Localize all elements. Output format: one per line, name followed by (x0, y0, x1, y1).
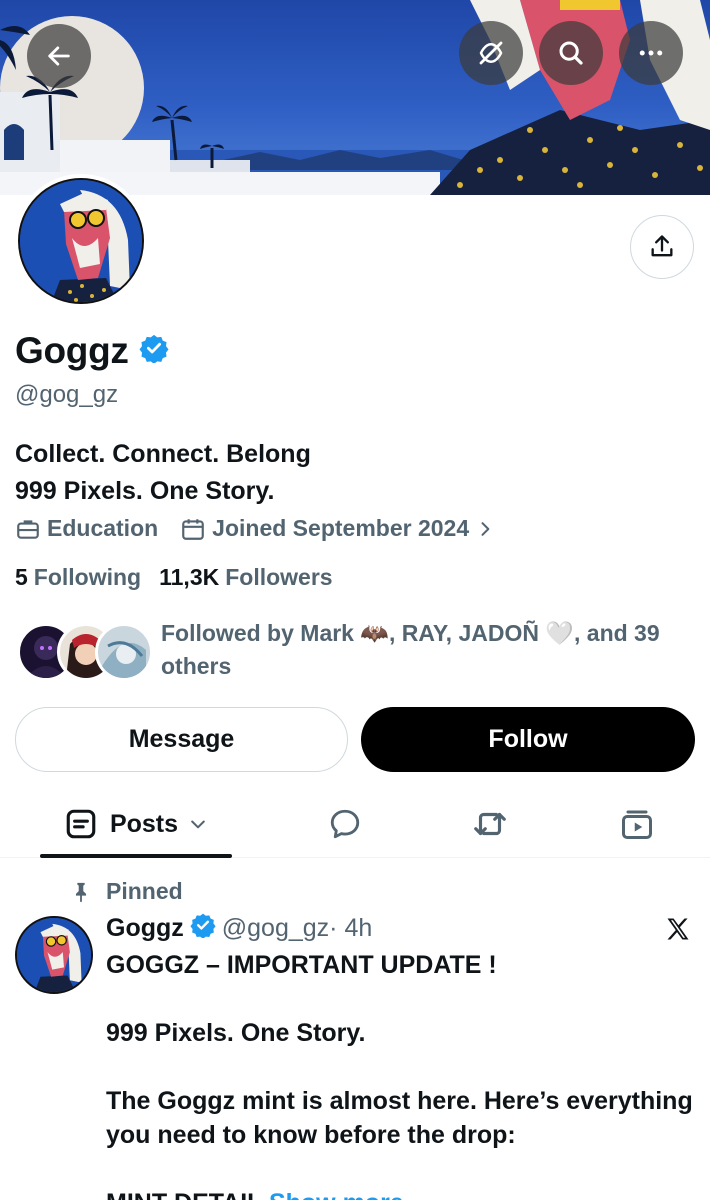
chevron-down-icon (191, 820, 205, 829)
profile-tabs: Posts (0, 790, 710, 858)
profile-avatar[interactable] (14, 174, 148, 308)
pinned-label: Pinned (106, 878, 183, 904)
search-icon (559, 41, 583, 65)
active-tab-indicator (40, 854, 232, 858)
posts-icon (66, 809, 96, 839)
followers-label: Followers (225, 564, 333, 590)
tab-media[interactable] (602, 790, 672, 858)
briefcase-icon (17, 519, 39, 539)
category-item[interactable]: Education (15, 515, 158, 542)
followed-by-text[interactable]: Followed by Mark 🦇, RAY, JADOÑ 🤍, and 39… (161, 617, 701, 683)
followers-count: 11,3K (159, 564, 220, 590)
tab-reposts[interactable] (455, 790, 525, 858)
bio-line: Collect. Connect. Belong (15, 440, 311, 468)
tab-replies[interactable] (310, 790, 380, 858)
profile-meta: Education Joined September 2024 (15, 515, 501, 542)
pinned-label-row: Pinned (70, 878, 183, 905)
follow-button[interactable]: Follow (361, 707, 695, 772)
following-link[interactable]: 5 Following (15, 564, 141, 591)
show-more-link[interactable]: Show more (269, 1189, 404, 1200)
post-author-handle[interactable]: @gog_gz (222, 914, 329, 943)
following-label: Following (33, 564, 142, 590)
share-icon (651, 235, 673, 257)
eye-off-icon (479, 41, 503, 65)
profile-name-text: Goggz (15, 330, 129, 371)
post-text-line: GOGGZ – IMPORTANT UPDATE ! (106, 951, 497, 979)
search-button[interactable] (539, 21, 603, 85)
profile-handle: @gog_gz (15, 381, 119, 408)
profile-name: Goggz (15, 330, 169, 372)
follower-avatar (95, 623, 153, 681)
tab-posts[interactable]: Posts (40, 790, 232, 858)
avatar-image (20, 180, 142, 302)
share-button[interactable] (630, 215, 694, 279)
tab-posts-label: Posts (109, 809, 179, 838)
chevron-right-icon (481, 521, 490, 536)
post-text-line: MINT DETAIL (106, 1189, 262, 1200)
arrow-left-icon (48, 46, 70, 66)
pin-icon (75, 882, 87, 902)
repost-icon (474, 812, 506, 836)
profile-bio: Collect. Connect. Belong 999 Pixels. One… (15, 436, 311, 510)
back-button[interactable] (27, 24, 91, 88)
verified-badge-icon (139, 330, 169, 372)
avatar-image (17, 918, 91, 992)
post-author-name[interactable]: Goggz (106, 914, 184, 943)
category-label: Education (47, 515, 159, 541)
post-author-avatar[interactable] (15, 916, 93, 994)
follow-counts: 5 Following 11,3K Followers (15, 564, 333, 591)
post-text-line: The Goggz mint is almost here. Here’s ev… (106, 1087, 693, 1149)
joined-item[interactable]: Joined September 2024 (180, 515, 501, 542)
profile-banner[interactable] (0, 0, 710, 195)
following-count: 5 (15, 564, 28, 590)
x-logo-icon (664, 915, 692, 948)
more-button[interactable] (619, 21, 683, 85)
reply-bubble-icon (330, 809, 360, 839)
joined-label: Joined September 2024 (212, 515, 470, 541)
banner-artwork (0, 0, 710, 195)
post-text-line: 999 Pixels. One Story. (106, 1019, 366, 1047)
post-text-truncated: MINT DETAIL Show more (106, 1186, 706, 1200)
video-icon (622, 810, 652, 839)
message-button[interactable]: Message (15, 707, 348, 772)
followed-by-avatars[interactable] (17, 623, 153, 683)
post-body[interactable]: GOGGZ – IMPORTANT UPDATE ! 999 Pixels. O… (106, 948, 706, 1200)
calendar-icon (182, 518, 205, 540)
hide-button[interactable] (459, 21, 523, 85)
post-time[interactable]: · 4h (329, 914, 372, 943)
ellipsis-icon (639, 50, 663, 56)
post-header: Goggz @gog_gz · 4h (106, 912, 372, 945)
bio-line: 999 Pixels. One Story. (15, 477, 275, 505)
verified-badge-icon (190, 912, 216, 945)
followers-link[interactable]: 11,3K Followers (159, 564, 332, 591)
